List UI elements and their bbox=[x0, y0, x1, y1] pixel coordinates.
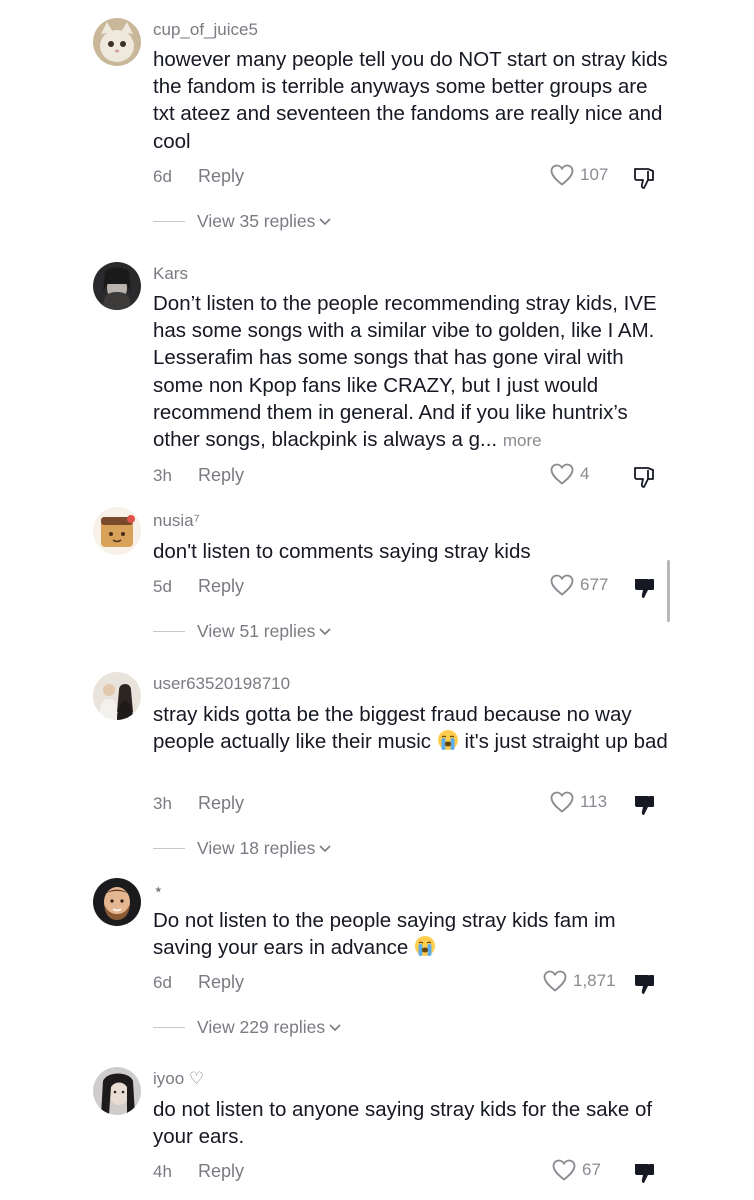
comment-time: 3h bbox=[153, 794, 172, 813]
comment-text: however many people tell you do NOT star… bbox=[153, 48, 668, 153]
dislike-button[interactable] bbox=[632, 575, 658, 601]
comment-text: stray kids gotta be the biggest fraud be… bbox=[153, 701, 673, 755]
heart-icon bbox=[550, 463, 574, 485]
comment-username[interactable]: ⋆ bbox=[153, 880, 164, 900]
view-replies-button[interactable]: View 18 replies bbox=[153, 838, 331, 859]
chevron-down-icon bbox=[319, 844, 331, 852]
view-replies-button[interactable]: View 35 replies bbox=[153, 211, 331, 232]
like-button[interactable]: 1,871 bbox=[543, 970, 616, 992]
avatar[interactable] bbox=[93, 18, 141, 66]
avatar[interactable] bbox=[93, 1067, 141, 1115]
divider-line bbox=[153, 631, 185, 632]
reply-button[interactable]: Reply bbox=[198, 576, 244, 597]
like-count: 107 bbox=[580, 165, 609, 184]
view-replies-label: View 229 replies bbox=[197, 1017, 326, 1037]
comment-time: 3h bbox=[153, 466, 172, 485]
thumbs-down-filled-icon bbox=[634, 796, 654, 815]
comment-text-part: it's just straight up bad bbox=[464, 730, 668, 754]
avatar[interactable] bbox=[93, 672, 141, 720]
reply-button[interactable]: Reply bbox=[198, 793, 244, 814]
divider-line bbox=[153, 221, 185, 222]
thumbs-down-icon bbox=[634, 467, 654, 488]
divider-line bbox=[153, 1027, 185, 1028]
view-replies-label: View 35 replies bbox=[197, 211, 316, 231]
scrollbar[interactable] bbox=[667, 560, 670, 622]
dislike-button[interactable] bbox=[632, 792, 658, 818]
comment-username[interactable]: cup_of_juice5 bbox=[153, 20, 258, 40]
like-count: 4 bbox=[580, 464, 590, 483]
like-button[interactable]: 4 bbox=[550, 463, 589, 485]
dislike-button[interactable] bbox=[632, 1160, 658, 1186]
comment-time: 4h bbox=[153, 1162, 172, 1181]
comment-username[interactable]: iyoo ♡ bbox=[153, 1069, 204, 1089]
like-button[interactable]: 67 bbox=[552, 1159, 601, 1181]
chevron-down-icon bbox=[319, 627, 331, 635]
avatar[interactable] bbox=[93, 507, 141, 555]
heart-icon bbox=[550, 164, 574, 186]
comment-username[interactable]: Kars bbox=[153, 264, 188, 284]
chevron-down-icon bbox=[319, 217, 331, 225]
avatar[interactable] bbox=[93, 878, 141, 926]
comment-text: don't listen to comments saying stray ki… bbox=[153, 540, 531, 563]
chevron-down-icon bbox=[329, 1023, 341, 1031]
divider-line bbox=[153, 848, 185, 849]
like-count: 1,871 bbox=[573, 971, 616, 990]
view-replies-button[interactable]: View 229 replies bbox=[153, 1017, 341, 1038]
comment-time: 6d bbox=[153, 167, 172, 186]
dislike-button[interactable] bbox=[632, 464, 658, 490]
comment-username[interactable]: user63520198710 bbox=[153, 674, 290, 694]
like-button[interactable]: 107 bbox=[550, 164, 608, 186]
thumbs-down-filled-icon bbox=[634, 1164, 654, 1183]
view-replies-button[interactable]: View 51 replies bbox=[153, 621, 331, 642]
thumbs-down-filled-icon bbox=[634, 579, 654, 598]
like-count: 677 bbox=[580, 575, 609, 594]
like-button[interactable]: 677 bbox=[550, 574, 608, 596]
dislike-button[interactable] bbox=[632, 165, 658, 191]
comment-time: 6d bbox=[153, 973, 172, 992]
like-count: 113 bbox=[580, 792, 608, 811]
reply-button[interactable]: Reply bbox=[198, 972, 244, 993]
heart-icon bbox=[550, 791, 574, 813]
dislike-button[interactable] bbox=[632, 971, 658, 997]
loudly-crying-face-icon bbox=[414, 936, 435, 957]
heart-icon bbox=[543, 970, 567, 992]
like-button[interactable]: 113 bbox=[550, 791, 607, 813]
reply-button[interactable]: Reply bbox=[198, 166, 244, 187]
reply-button[interactable]: Reply bbox=[198, 465, 244, 486]
heart-icon bbox=[550, 574, 574, 596]
thumbs-down-icon bbox=[634, 168, 654, 189]
comment-text-content: Don’t listen to the people recommending … bbox=[153, 292, 657, 452]
view-replies-label: View 18 replies bbox=[197, 838, 316, 858]
comment-text: Do not listen to the people saying stray… bbox=[153, 907, 673, 961]
view-replies-label: View 51 replies bbox=[197, 621, 316, 641]
avatar[interactable] bbox=[93, 262, 141, 310]
reply-button[interactable]: Reply bbox=[198, 1161, 244, 1182]
comment-text: Don’t listen to the people recommending … bbox=[153, 290, 673, 454]
comment-text-part: Do not listen to the people saying stray… bbox=[153, 909, 616, 960]
comment-text: do not listen to anyone saying stray kid… bbox=[153, 1098, 653, 1149]
like-count: 67 bbox=[582, 1160, 601, 1179]
comment-time: 5d bbox=[153, 577, 172, 596]
heart-icon bbox=[552, 1159, 576, 1181]
comment-username[interactable]: nusia⁷ bbox=[153, 511, 200, 531]
thumbs-down-filled-icon bbox=[634, 975, 654, 994]
more-link[interactable]: more bbox=[503, 431, 542, 450]
loudly-crying-face-icon bbox=[437, 730, 458, 751]
